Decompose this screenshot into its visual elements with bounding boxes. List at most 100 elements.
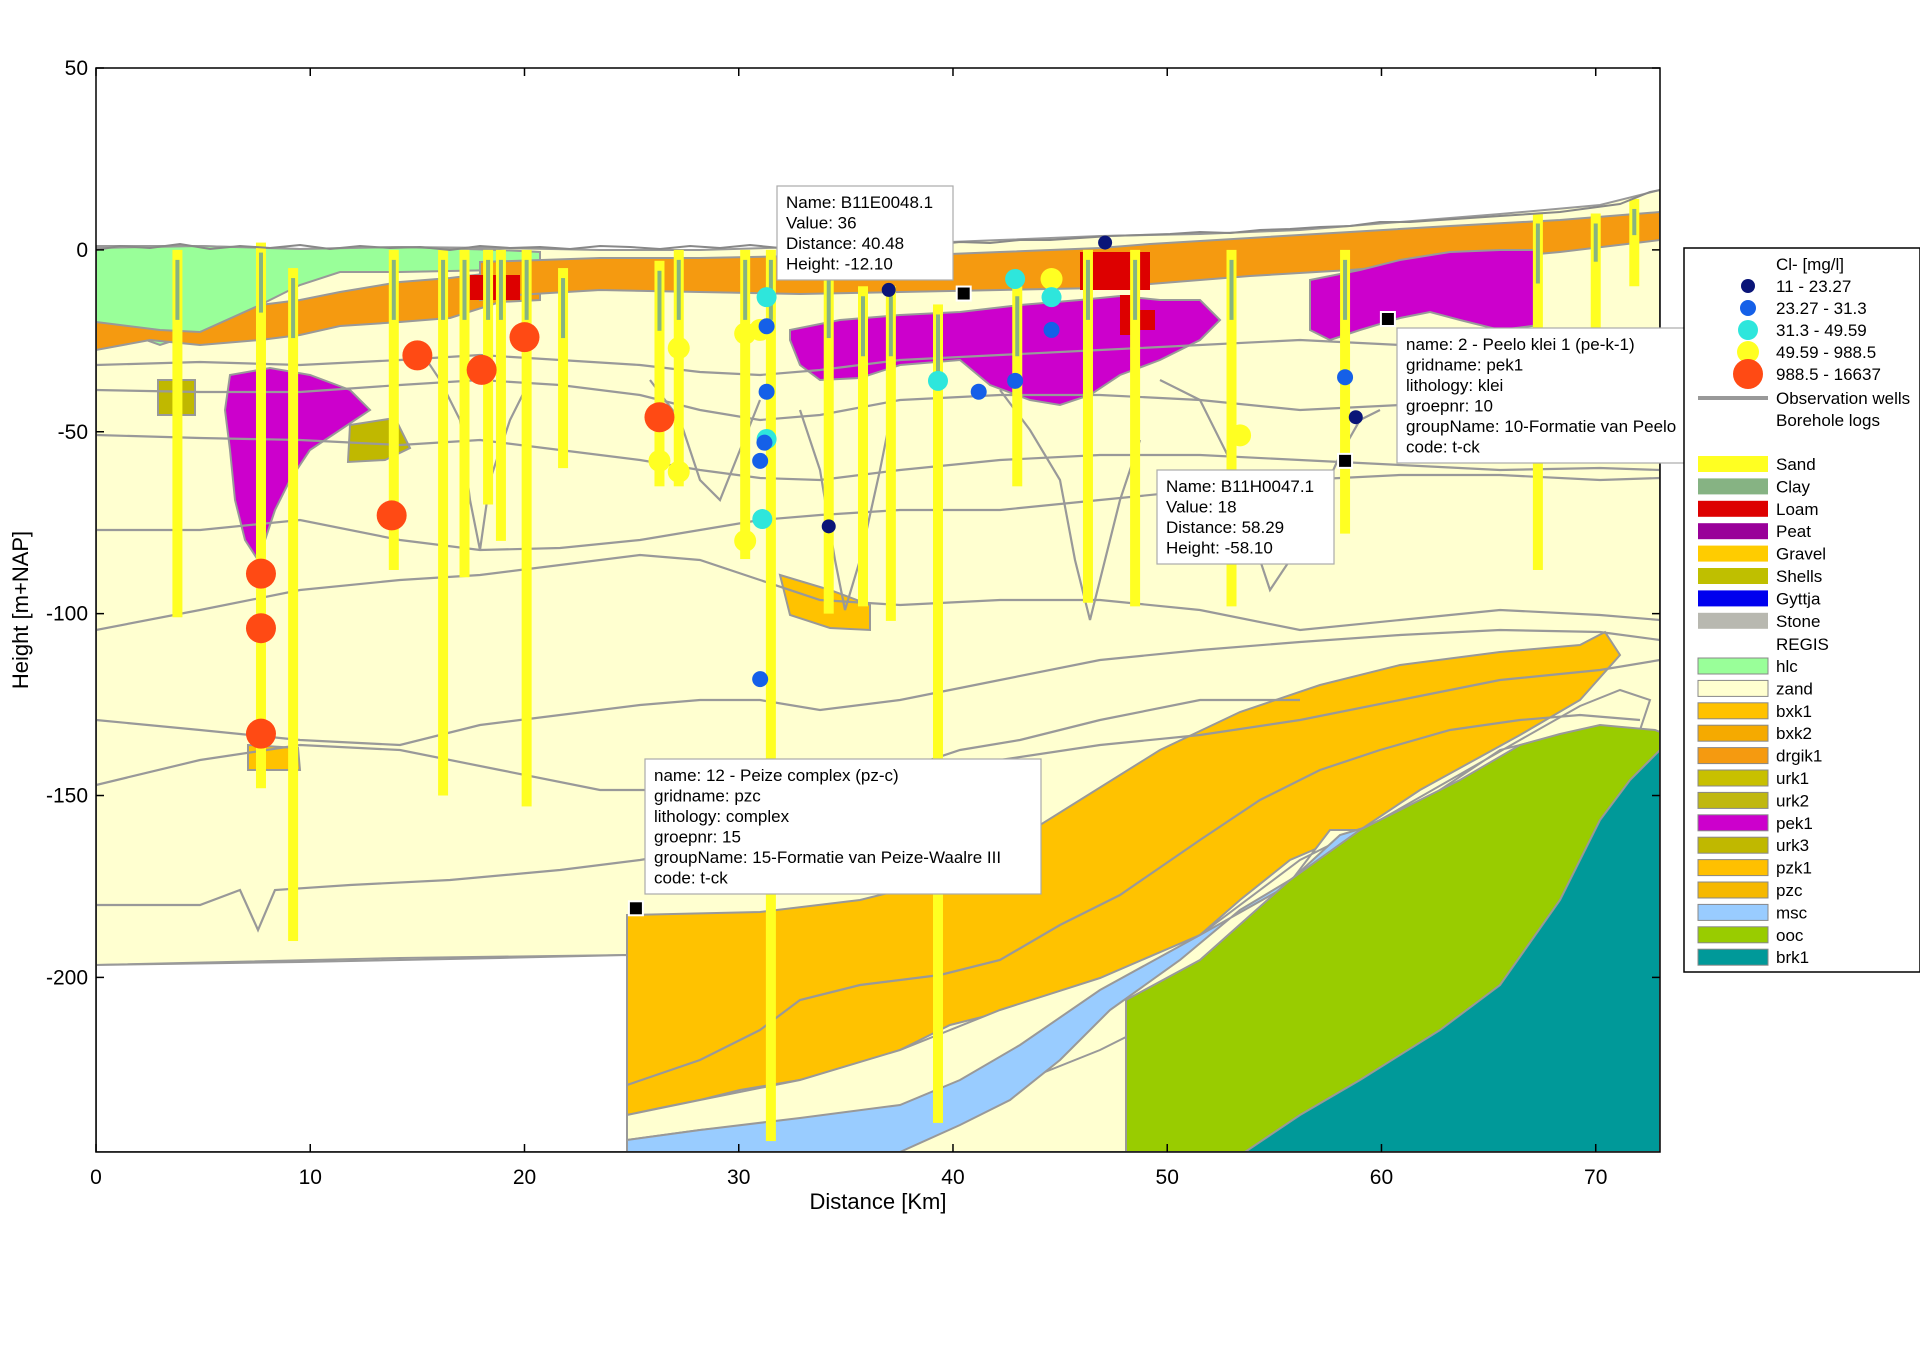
chloride-point[interactable] [756, 287, 777, 308]
borehole-clay-segment [441, 259, 446, 320]
annotation-line: Height: -12.10 [786, 255, 893, 274]
legend-regis-label: pek1 [1776, 814, 1813, 833]
legend-regis-label: pzc [1776, 881, 1803, 900]
y-tick-label: 0 [76, 239, 88, 262]
annotation-line: Value: 18 [1166, 498, 1237, 517]
x-tick-label: 50 [1156, 1166, 1179, 1189]
chloride-point[interactable] [1098, 235, 1113, 250]
legend-regis-swatch [1697, 859, 1769, 877]
legend-chloride-swatch [1738, 320, 1758, 340]
legend-line-label: Borehole logs [1776, 411, 1880, 430]
borehole-clay-segment [1015, 296, 1020, 357]
chloride-point[interactable] [667, 337, 690, 360]
selection-marker[interactable] [1379, 310, 1396, 327]
chloride-point[interactable] [734, 529, 757, 552]
legend-regis-label: bxk2 [1776, 724, 1812, 743]
borehole-clay-segment [1593, 223, 1598, 262]
chloride-point[interactable] [758, 318, 775, 335]
borehole-clay-segment [524, 259, 529, 320]
chloride-point[interactable] [752, 509, 773, 530]
chloride-point[interactable] [1337, 369, 1354, 386]
legend-regis-swatch [1697, 836, 1769, 854]
legend-regis-swatch [1697, 926, 1769, 944]
legend-lithology-swatch [1698, 523, 1768, 540]
borehole-clay-segment [935, 314, 940, 375]
borehole-column [438, 249, 449, 796]
y-axis-title: Height [m+NAP] [8, 531, 33, 689]
chloride-point[interactable] [1041, 287, 1062, 308]
x-tick-label: 10 [299, 1166, 322, 1189]
chloride-point[interactable] [881, 282, 896, 297]
chloride-point[interactable] [1348, 410, 1363, 425]
legend-regis-swatch [1697, 702, 1769, 720]
chloride-point[interactable] [509, 322, 540, 353]
y-tick-label: 50 [65, 57, 88, 80]
annotation-line: groepnr: 15 [654, 828, 741, 847]
selection-marker[interactable] [955, 285, 972, 302]
chloride-point[interactable] [756, 434, 773, 451]
chloride-point[interactable] [1040, 267, 1063, 290]
y-tick-label: -150 [46, 785, 88, 808]
legend-lithology-label: Gravel [1776, 545, 1826, 564]
chloride-point[interactable] [466, 354, 497, 385]
legend-regis-swatch [1697, 903, 1769, 921]
selection-marker[interactable] [1337, 452, 1354, 469]
legend-lithology-label: Gyttja [1776, 589, 1821, 608]
borehole-clay-segment [291, 278, 296, 339]
chloride-point[interactable] [970, 383, 987, 400]
chloride-point[interactable] [245, 718, 276, 749]
legend-regis-swatch [1697, 657, 1769, 675]
legend-regis-swatch [1697, 679, 1769, 697]
chloride-point[interactable] [927, 370, 948, 391]
chloride-point[interactable] [1005, 268, 1026, 289]
borehole-clay-segment [743, 259, 748, 320]
chloride-point[interactable] [644, 402, 675, 433]
chloride-point[interactable] [752, 671, 769, 688]
legend-regis-swatch [1697, 881, 1769, 899]
chloride-point[interactable] [245, 613, 276, 644]
chloride-point[interactable] [245, 558, 276, 589]
annotation-line: Distance: 58.29 [1166, 518, 1284, 537]
legend-regis-swatch [1697, 948, 1769, 966]
legend-chloride-label: 988.5 - 16637 [1776, 365, 1881, 384]
borehole-clay-segment [861, 296, 866, 357]
chloride-point[interactable] [752, 452, 769, 469]
annotation-line: Distance: 40.48 [786, 234, 904, 253]
x-tick-label: 30 [727, 1166, 750, 1189]
chloride-point[interactable] [667, 460, 690, 483]
borehole-clay-segment [1133, 259, 1138, 320]
borehole-clay-segment [657, 270, 662, 331]
legend-regis-label: hlc [1776, 657, 1798, 676]
borehole-clay-segment [1085, 259, 1090, 320]
legend-lithology-label: Sand [1776, 455, 1816, 474]
borehole-clay-segment [175, 259, 180, 320]
annotation-line: Value: 36 [786, 214, 857, 233]
annotation-line: code: t-ck [1406, 438, 1480, 457]
annotation-line: gridname: pek1 [1406, 356, 1523, 375]
chloride-point[interactable] [1007, 372, 1024, 389]
legend-regis-label: ooc [1776, 926, 1804, 945]
chloride-point[interactable] [821, 519, 836, 534]
chloride-point[interactable] [1043, 321, 1060, 338]
selection-marker[interactable] [627, 900, 644, 917]
borehole-clay-segment [676, 259, 681, 320]
legend-regis-swatch [1697, 791, 1769, 809]
chloride-point[interactable] [758, 383, 775, 400]
x-tick-label: 70 [1584, 1166, 1607, 1189]
y-tick-label: -100 [46, 603, 88, 626]
legend-line-label: Observation wells [1776, 389, 1910, 408]
borehole-clay-segment [1343, 259, 1348, 320]
cross-section-chart: 0 10 20 30 40 50 60 70 50 0 -50 -100 -150 -200 Dista… [8, 57, 1920, 1214]
chloride-point[interactable] [402, 340, 433, 371]
chloride-point[interactable] [1229, 424, 1252, 447]
chloride-point[interactable] [376, 500, 407, 531]
annotation-line: Name: B11E0048.1 [786, 193, 933, 212]
annotation-box: Name: B11H0047.1 Value: 18Distance: 58.29… [1156, 469, 1335, 565]
annotation-line: groepnr: 10 [1406, 397, 1493, 416]
borehole-column [255, 242, 266, 789]
annotation-box: name: 2 - Peelo klei 1 (pe-k-1) gridname:… [1396, 327, 1688, 464]
chloride-point[interactable] [648, 449, 671, 472]
legend-chloride-label: 31.3 - 49.59 [1776, 321, 1867, 340]
legend-lithology-swatch [1698, 545, 1768, 562]
legend-chloride-label: 23.27 - 31.3 [1776, 299, 1867, 318]
